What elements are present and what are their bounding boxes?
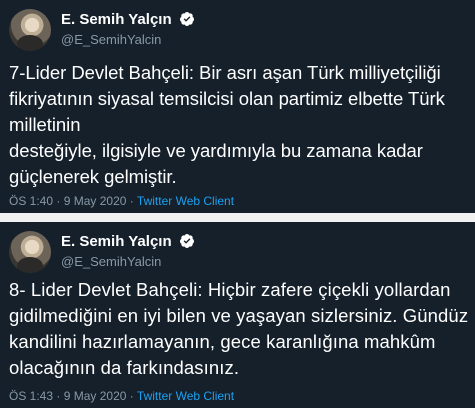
tweet-text: 8- Lider Devlet Bahçeli: Hiçbir zafere ç… [9,277,469,381]
author-name-row[interactable]: E. Semih Yalçın [61,11,195,29]
tweet-text-line: olacağının da farkındasınız. [9,357,240,378]
tweet-text-line: 7-Lider Devlet Bahçeli: Bir asrı aşan Tü… [9,62,441,83]
verified-badge-icon [179,12,194,26]
tweet-text-line: kandilini hazırlamayanın, gece karanlığı… [9,331,436,352]
tweet-meta: ÖS 1:40 · 9 May 2020 · Twitter Web Clien… [9,193,234,209]
tweet-text-line: desteğiyle, ilgisiyle ve yardımıyla bu z… [9,140,423,161]
tweet-text: 7-Lider Devlet Bahçeli: Bir asrı aşan Tü… [9,60,467,190]
tweet-card[interactable]: E. Semih Yalçın @E_SemihYalcin 7-Lider D… [0,0,475,213]
tweet-date[interactable]: 9 May 2020 [64,194,127,208]
tweet-text-line: güçlenerek gelmiştir. [9,166,177,187]
tweet-date[interactable]: 9 May 2020 [64,389,127,403]
meta-separator: · [56,194,61,208]
source-link[interactable]: Twitter Web Client [137,389,234,403]
display-name[interactable]: E. Semih Yalçın [61,233,172,250]
meta-separator: · [56,389,61,403]
tweet-time[interactable]: ÖS 1:40 [9,194,53,208]
tweet-divider [0,213,475,222]
user-handle[interactable]: @E_SemihYalcin [61,253,195,270]
tweet-card[interactable]: E. Semih Yalçın @E_SemihYalcin 8- Lider … [0,222,475,408]
avatar[interactable] [9,231,51,273]
avatar[interactable] [9,9,51,51]
tweet-text-line: fikriyatının siyasal temsilcisi olan par… [9,88,445,109]
tweet-meta: ÖS 1:43 · 9 May 2020 · Twitter Web Clien… [9,388,234,404]
source-link[interactable]: Twitter Web Client [137,194,234,208]
tweet-text-line: gidilmediğini en iyi bilen ve yaşayan si… [9,305,469,326]
tweet-text-line: 8- Lider Devlet Bahçeli: Hiçbir zafere ç… [9,279,451,300]
author-name-row[interactable]: E. Semih Yalçın [61,233,195,251]
user-handle[interactable]: @E_SemihYalcin [61,31,195,48]
author-block: E. Semih Yalçın @E_SemihYalcin [61,233,195,270]
meta-separator: · [129,389,134,403]
display-name[interactable]: E. Semih Yalçın [61,11,172,28]
author-block: E. Semih Yalçın @E_SemihYalcin [61,11,195,48]
tweet-time[interactable]: ÖS 1:43 [9,389,53,403]
meta-separator: · [129,194,134,208]
verified-badge-icon [179,234,194,248]
tweet-feed: E. Semih Yalçın @E_SemihYalcin 7-Lider D… [0,0,475,408]
tweet-text-line: milletinin [9,114,81,135]
